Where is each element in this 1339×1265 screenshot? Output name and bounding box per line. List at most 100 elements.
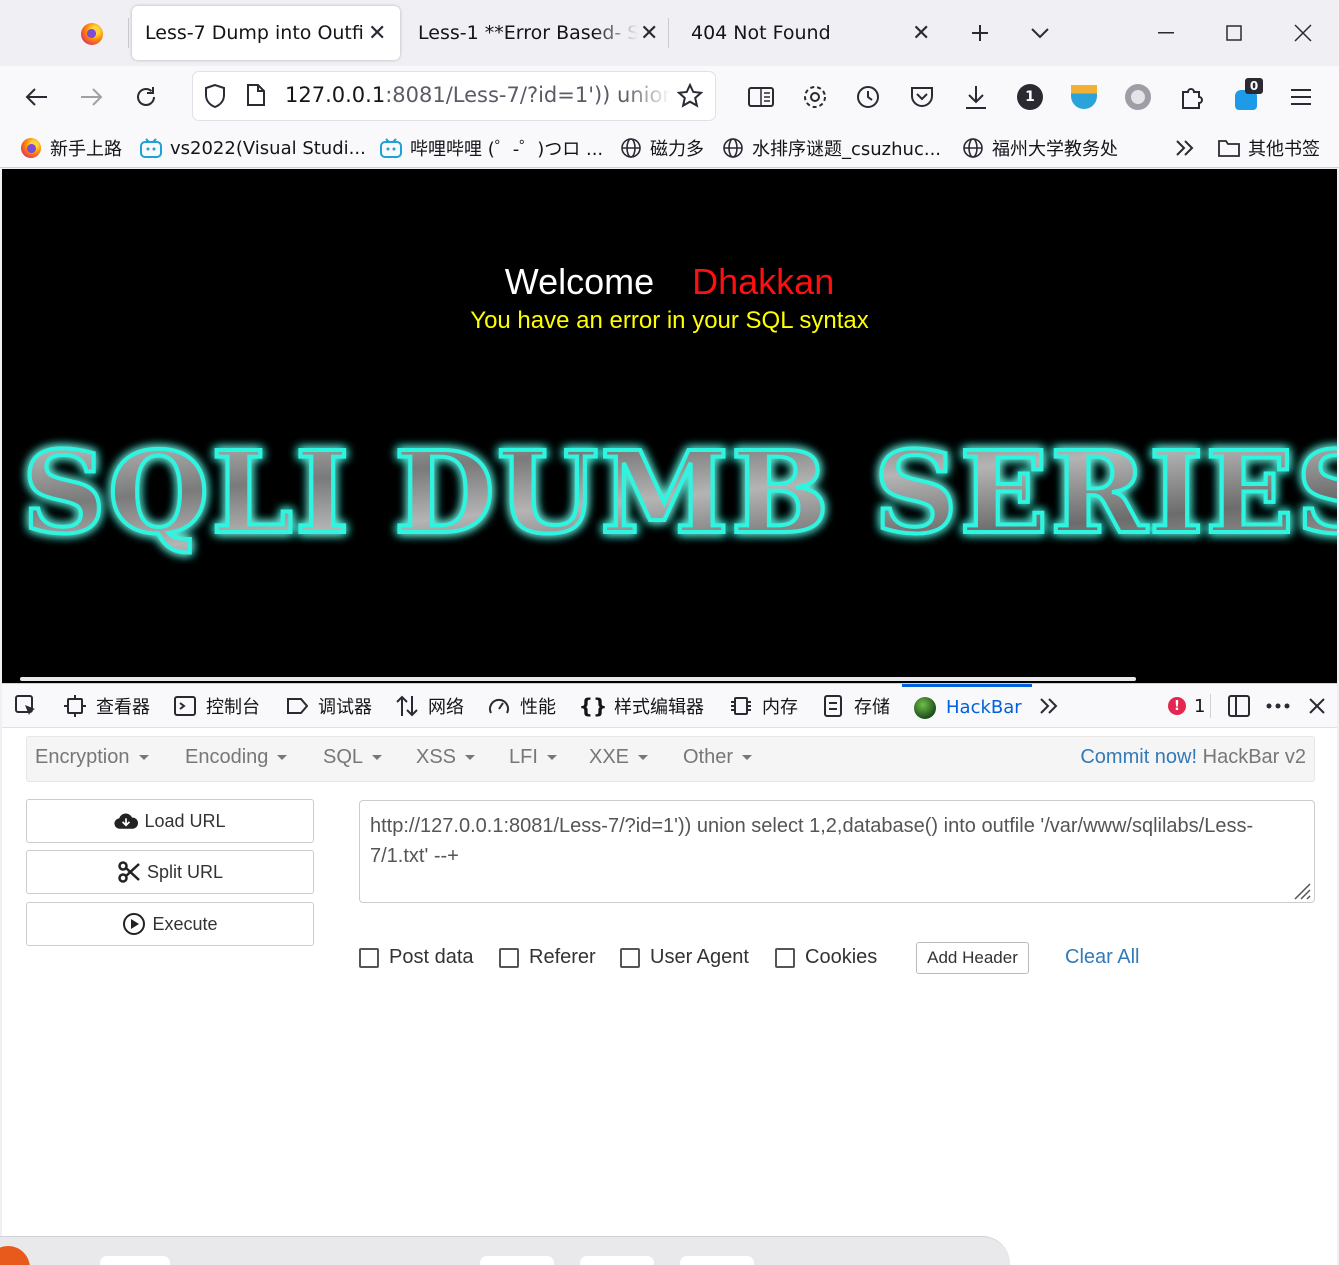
tab-404[interactable]: 404 Not Found ✕ xyxy=(676,6,938,60)
close-devtools-button[interactable] xyxy=(1308,684,1326,728)
taskbar-item-fragment xyxy=(480,1256,554,1265)
add-header-button[interactable]: Add Header xyxy=(916,942,1029,974)
pocket-button[interactable] xyxy=(903,78,941,116)
style-editor-icon: {} xyxy=(578,694,608,718)
bookmark-star-icon[interactable] xyxy=(676,82,704,113)
minimize-button[interactable] xyxy=(1146,14,1186,52)
page-icon[interactable] xyxy=(246,83,266,111)
sqli-dumb-series-banner: SQLI DUMB SERIES xyxy=(20,426,1337,561)
downloads-button[interactable] xyxy=(957,78,995,116)
console-icon xyxy=(174,695,196,717)
more-tools-button[interactable] xyxy=(1038,684,1060,728)
circle-icon xyxy=(1125,84,1151,110)
bookmark-item[interactable]: 福州大学教务处 xyxy=(962,134,1118,162)
back-button[interactable] xyxy=(18,78,56,116)
bookmark-item[interactable]: vs2022(Visual Studi... xyxy=(140,134,366,162)
tab-network[interactable]: 网络 xyxy=(396,684,464,728)
maximize-icon xyxy=(1226,25,1242,41)
url-text[interactable]: 127.0.0.1:8081/Less-7/?id=1')) union sel… xyxy=(285,83,671,107)
other-bookmarks-folder[interactable]: 其他书签 xyxy=(1218,134,1320,162)
bowl-icon xyxy=(1071,85,1097,109)
bookmark-item[interactable]: 新手上路 xyxy=(20,134,122,162)
menu-encryption[interactable]: Encryption xyxy=(35,746,149,769)
list-all-tabs-button[interactable] xyxy=(1021,14,1059,52)
element-picker-button[interactable] xyxy=(14,684,38,728)
firefox-view-button[interactable] xyxy=(60,10,124,58)
referer-checkbox[interactable]: Referer xyxy=(499,946,596,969)
sql-error-message: You have an error in your SQL syntax xyxy=(470,307,869,334)
extension-1-button[interactable]: 1 xyxy=(1011,78,1049,116)
menu-sql[interactable]: SQL xyxy=(323,746,383,769)
execute-button[interactable]: Execute xyxy=(26,902,314,946)
bookmark-item[interactable]: 哔哩哔哩 (゜-゜)つロ ... xyxy=(380,134,603,162)
close-icon xyxy=(1309,698,1325,714)
dock-options-button[interactable] xyxy=(1228,684,1250,728)
hackbar-menu: Encryption Encoding SQL XSS LFI XXE Othe… xyxy=(26,736,1315,782)
caret-down-icon xyxy=(372,755,383,761)
menu-xss[interactable]: XSS xyxy=(416,746,476,769)
bookmark-item[interactable]: 磁力多 xyxy=(620,134,704,162)
tab-storage[interactable]: 存储 xyxy=(822,684,890,728)
checkbox-box xyxy=(775,947,795,968)
extensions-button[interactable] xyxy=(1173,78,1211,116)
tab-less-7[interactable]: Less-7 Dump into Outfile ✕ xyxy=(132,6,400,60)
user-agent-checkbox[interactable]: User Agent xyxy=(620,946,749,969)
tab-hackbar[interactable]: HackBar xyxy=(902,684,1032,728)
error-count-button[interactable]: ! 1 xyxy=(1166,684,1205,728)
bilibili-icon xyxy=(140,137,162,159)
clear-all-link[interactable]: Clear All xyxy=(1065,946,1139,969)
settings-button[interactable] xyxy=(796,78,834,116)
tab-console[interactable]: 控制台 xyxy=(174,684,260,728)
history-button[interactable] xyxy=(849,78,887,116)
url-textarea[interactable]: http://127.0.0.1:8081/Less-7/?id=1')) un… xyxy=(359,800,1315,903)
tab-label: 404 Not Found xyxy=(691,22,831,44)
reader-view-icon xyxy=(748,87,774,107)
menu-xxe[interactable]: XXE xyxy=(589,746,649,769)
tab-memory[interactable]: 内存 xyxy=(730,684,798,728)
close-tab-icon[interactable]: ✕ xyxy=(368,21,386,46)
hackbar-brand: Commit now! HackBar v2 xyxy=(1080,746,1306,769)
more-bookmarks-button[interactable] xyxy=(1174,134,1196,162)
reader-view-button[interactable] xyxy=(742,78,780,116)
close-window-button[interactable] xyxy=(1283,14,1323,52)
tab-inspector[interactable]: 查看器 xyxy=(64,684,150,728)
commit-now-link[interactable]: Commit now! xyxy=(1080,746,1197,768)
network-icon xyxy=(396,695,418,717)
close-tab-icon[interactable]: ✕ xyxy=(912,21,930,46)
extension-3-button[interactable] xyxy=(1119,78,1157,116)
tab-less-1[interactable]: Less-1 **Error Based- String** ✕ xyxy=(404,6,666,60)
forward-button[interactable] xyxy=(72,78,110,116)
tab-performance[interactable]: 性能 xyxy=(488,684,556,728)
checkbox-box xyxy=(620,947,640,968)
shield-icon[interactable] xyxy=(203,83,227,113)
new-tab-button[interactable] xyxy=(961,14,999,52)
svg-text:SQLI DUMB SERIES: SQLI DUMB SERIES xyxy=(22,428,1337,559)
performance-icon xyxy=(488,695,510,717)
devtools-menu-button[interactable] xyxy=(1266,684,1290,728)
chevron-down-icon xyxy=(1031,28,1049,39)
menu-lfi[interactable]: LFI xyxy=(509,746,557,769)
devtools-toolbar: 查看器 控制台 调试器 网络 性能 {} 样式编辑器 内存 存储 HackBar… xyxy=(2,684,1337,728)
post-data-checkbox[interactable]: Post data xyxy=(359,946,474,969)
load-url-button[interactable]: Load URL xyxy=(26,799,314,843)
extension-4-button[interactable]: 0 xyxy=(1227,78,1265,116)
tab-debugger[interactable]: 调试器 xyxy=(286,684,372,728)
caret-down-icon xyxy=(546,755,557,761)
extension-2-button[interactable] xyxy=(1065,78,1103,116)
split-url-button[interactable]: Split URL xyxy=(26,850,314,894)
close-tab-icon[interactable]: ✕ xyxy=(640,21,658,46)
resize-grip-icon[interactable] xyxy=(1291,880,1311,900)
picker-icon xyxy=(15,695,35,715)
globe-icon xyxy=(962,137,984,159)
tab-style-editor[interactable]: {} 样式编辑器 xyxy=(578,684,704,728)
url-bar[interactable]: 127.0.0.1:8081/Less-7/?id=1')) union sel… xyxy=(193,72,715,120)
menu-button[interactable] xyxy=(1282,78,1320,116)
menu-encoding[interactable]: Encoding xyxy=(185,746,288,769)
menu-other[interactable]: Other xyxy=(683,746,753,769)
cookies-checkbox[interactable]: Cookies xyxy=(775,946,877,969)
maximize-button[interactable] xyxy=(1214,14,1254,52)
page-content: Welcome Dhakkan You have an error in your… xyxy=(2,169,1337,683)
reload-button[interactable] xyxy=(127,78,165,116)
horizontal-scrollbar[interactable] xyxy=(20,677,1136,681)
bookmark-item[interactable]: 水排序谜题_csuzhuc... xyxy=(722,134,941,162)
